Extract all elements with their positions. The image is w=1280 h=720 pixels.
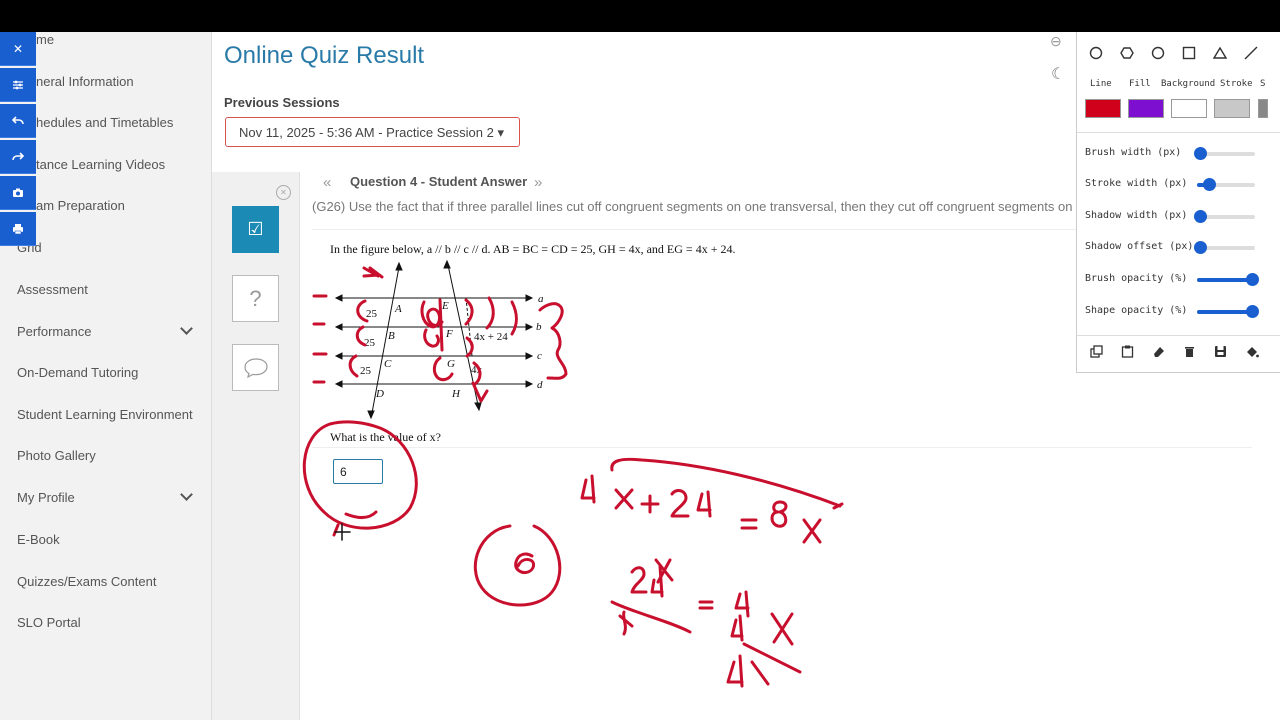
point-label-g: G [447, 358, 455, 370]
sidebar-item-slo-portal[interactable]: SLO Portal [17, 615, 81, 630]
copy-icon[interactable] [1090, 345, 1103, 361]
segment-label-eg: 4x + 24 [474, 331, 508, 343]
tab-line[interactable]: Line [1090, 79, 1112, 89]
previous-question-button[interactable]: « [323, 174, 331, 191]
sidebar-item-photo-gallery[interactable]: Photo Gallery [17, 448, 96, 463]
sidebar-item-performance[interactable]: Performance [17, 324, 91, 339]
sidebar-item-my-profile[interactable]: My Profile [17, 490, 75, 505]
point-label-e: E [441, 300, 449, 312]
sliders-icon[interactable] [0, 68, 36, 102]
paste-icon[interactable] [1121, 345, 1134, 361]
annotation-toolstrip: ✕ [0, 32, 36, 246]
brush-opacity-label: Brush opacity (%) [1085, 273, 1188, 284]
session-select[interactable]: Nov 11, 2025 - 5:36 AM - Practice Sessio… [225, 117, 520, 147]
line-tool-icon[interactable] [1244, 46, 1258, 64]
shadow-color-swatch[interactable] [1258, 99, 1268, 118]
tab-fill[interactable]: Fill [1129, 79, 1151, 89]
question-prompt: What is the value of x? [330, 430, 441, 444]
sidebar-item-home[interactable]: me [36, 32, 54, 47]
point-label-a: A [394, 303, 402, 315]
redo-icon[interactable] [0, 140, 36, 174]
line-label-b: b [536, 321, 542, 333]
tab-shadow[interactable]: S [1260, 79, 1265, 89]
sidebar-item-learning-environment[interactable]: Student Learning Environment [17, 407, 193, 422]
shadow-width-label: Shadow width (px) [1085, 210, 1188, 221]
brush-opacity-slider[interactable] [1197, 273, 1259, 286]
page-title: Online Quiz Result [224, 42, 425, 69]
question-description: (G26) Use the fact that if three paralle… [312, 199, 1073, 214]
drawing-tool-panel: Line Fill Background Stroke S Brush widt… [1076, 32, 1280, 373]
undo-icon[interactable] [0, 104, 36, 138]
divider [312, 447, 1252, 448]
segment-label-bc: 25 [364, 337, 376, 349]
sidebar-item-schedules[interactable]: hedules and Timetables [36, 115, 173, 130]
brush-width-label: Brush width (px) [1085, 147, 1182, 158]
speech-bubble-icon [243, 357, 268, 378]
help-button[interactable]: ? [232, 275, 279, 322]
shadow-offset-slider[interactable] [1194, 241, 1255, 254]
chevron-down-icon[interactable] [180, 322, 193, 335]
previous-sessions-label: Previous Sessions [224, 95, 340, 110]
sidebar-item-assessment[interactable]: Assessment [17, 282, 88, 297]
tab-background[interactable]: Background [1161, 79, 1215, 89]
sidebar-item-ebook[interactable]: E-Book [17, 532, 60, 547]
point-label-f: F [445, 328, 453, 340]
shadow-offset-label: Shadow offset (px) [1085, 241, 1194, 252]
point-label-d: D [375, 388, 384, 400]
student-answer-button[interactable]: ☑ [232, 206, 279, 253]
divider [1077, 132, 1280, 133]
question-title: Question 4 - Student Answer [350, 174, 528, 189]
save-icon[interactable] [1214, 345, 1227, 361]
line-color-swatch[interactable] [1085, 99, 1121, 118]
comment-button[interactable] [232, 344, 279, 391]
hexagon-tool-icon[interactable] [1120, 46, 1134, 64]
sidebar-item-distance-learning[interactable]: tance Learning Videos [36, 157, 165, 172]
stroke-color-swatch[interactable] [1214, 99, 1250, 118]
tab-stroke[interactable]: Stroke [1220, 79, 1253, 89]
camera-icon[interactable] [0, 176, 36, 210]
point-label-h: H [451, 388, 461, 400]
trash-icon[interactable] [1183, 345, 1196, 361]
segment-label-ab: 25 [366, 308, 378, 320]
answer-input[interactable]: 6 [333, 459, 383, 484]
point-label-c: C [384, 358, 392, 370]
sidebar-item-exam-preparation[interactable]: am Preparation [36, 198, 125, 213]
shadow-width-slider[interactable] [1194, 210, 1255, 223]
sidebar-item-tutoring[interactable]: On-Demand Tutoring [17, 365, 138, 380]
shape-opacity-slider[interactable] [1197, 305, 1259, 318]
background-color-swatch[interactable] [1171, 99, 1207, 118]
point-label-b: B [388, 330, 395, 342]
circle-tool-icon[interactable] [1089, 46, 1103, 64]
zoom-out-icon[interactable]: ⊖ [1050, 33, 1062, 50]
eraser-icon[interactable] [1152, 345, 1165, 361]
question-side-panel [212, 172, 300, 720]
next-question-button[interactable]: » [534, 174, 542, 191]
parallel-lines-figure: a b c d A B C D E F G H 25 25 25 4x + 24… [334, 259, 544, 420]
close-panel-icon[interactable]: ✕ [276, 185, 291, 200]
brush-width-slider[interactable] [1194, 147, 1255, 160]
line-label-c: c [537, 350, 542, 362]
sidebar-item-quizzes-content[interactable]: Quizzes/Exams Content [17, 574, 156, 589]
segment-label-gh: 4x [471, 364, 483, 376]
divider [1077, 335, 1280, 336]
dark-mode-icon[interactable]: ☾ [1051, 64, 1065, 84]
shape-opacity-label: Shape opacity (%) [1085, 305, 1188, 316]
stroke-width-label: Stroke width (px) [1085, 178, 1188, 189]
chevron-down-icon[interactable] [180, 488, 193, 501]
sidebar-item-general-information[interactable]: neral Information [36, 74, 134, 89]
print-icon[interactable] [0, 212, 36, 246]
triangle-tool-icon[interactable] [1212, 46, 1228, 64]
close-icon[interactable]: ✕ [0, 32, 36, 66]
segment-label-cd: 25 [360, 365, 372, 377]
line-label-d: d [537, 379, 543, 391]
stroke-width-slider[interactable] [1197, 178, 1255, 191]
ellipse-tool-icon[interactable] [1151, 46, 1165, 64]
fill-color-swatch[interactable] [1128, 99, 1164, 118]
line-label-a: a [538, 293, 544, 305]
rectangle-tool-icon[interactable] [1182, 46, 1196, 64]
fill-bucket-icon[interactable] [1245, 345, 1259, 361]
divider [312, 229, 1076, 230]
browser-top-bar [0, 0, 1280, 32]
